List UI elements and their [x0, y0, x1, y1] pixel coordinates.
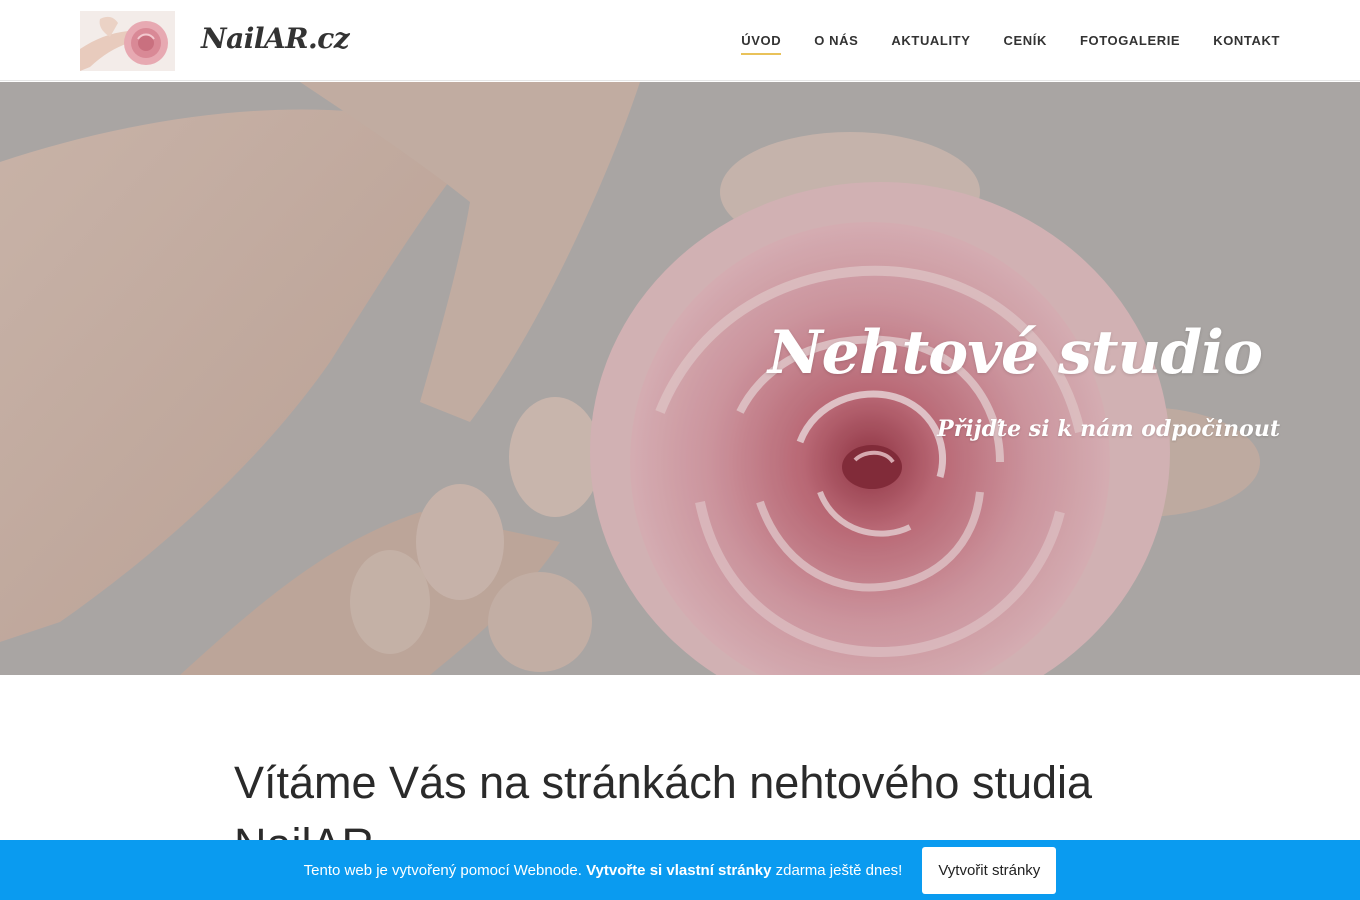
- nav-item-fotogalerie[interactable]: FOTOGALERIE: [1080, 27, 1180, 54]
- promo-text-before: Tento web je vytvořený pomocí Webnode.: [303, 861, 587, 879]
- nav-item-o-nas[interactable]: O NÁS: [814, 27, 858, 54]
- create-site-button[interactable]: Vytvořit stránky: [922, 846, 1057, 894]
- promo-text-link[interactable]: Vytvořte si vlastní stránky: [586, 862, 771, 879]
- main-navigation: ÚVOD O NÁS AKTUALITY CENÍK FOTOGALERIE K…: [708, 0, 1280, 81]
- logo-text[interactable]: NailAR.cz: [201, 22, 350, 55]
- nav-item-aktuality[interactable]: AKTUALITY: [891, 27, 970, 54]
- hero-title: Nehtové studio: [767, 318, 1263, 388]
- nav-item-cenik[interactable]: CENÍK: [1003, 27, 1046, 54]
- webnode-promo-bar: Tento web je vytvořený pomocí Webnode. V…: [0, 840, 1360, 900]
- hero-banner: Nehtové studio Přijďte si k nám odpočino…: [0, 82, 1360, 675]
- nav-item-kontakt[interactable]: KONTAKT: [1213, 27, 1280, 54]
- site-header: NailAR.cz ÚVOD O NÁS AKTUALITY CENÍK FOT…: [0, 0, 1360, 81]
- logo-rose-hand-icon: [80, 11, 175, 71]
- nav-item-uvod[interactable]: ÚVOD: [741, 27, 782, 55]
- logo-image[interactable]: [80, 11, 175, 71]
- hero-subtitle: Přijďte si k nám odpočinout: [937, 416, 1280, 442]
- promo-text: Tento web je vytvořený pomocí Webnode. V…: [304, 862, 903, 879]
- promo-text-after: zdarma ještě dnes!: [771, 861, 903, 879]
